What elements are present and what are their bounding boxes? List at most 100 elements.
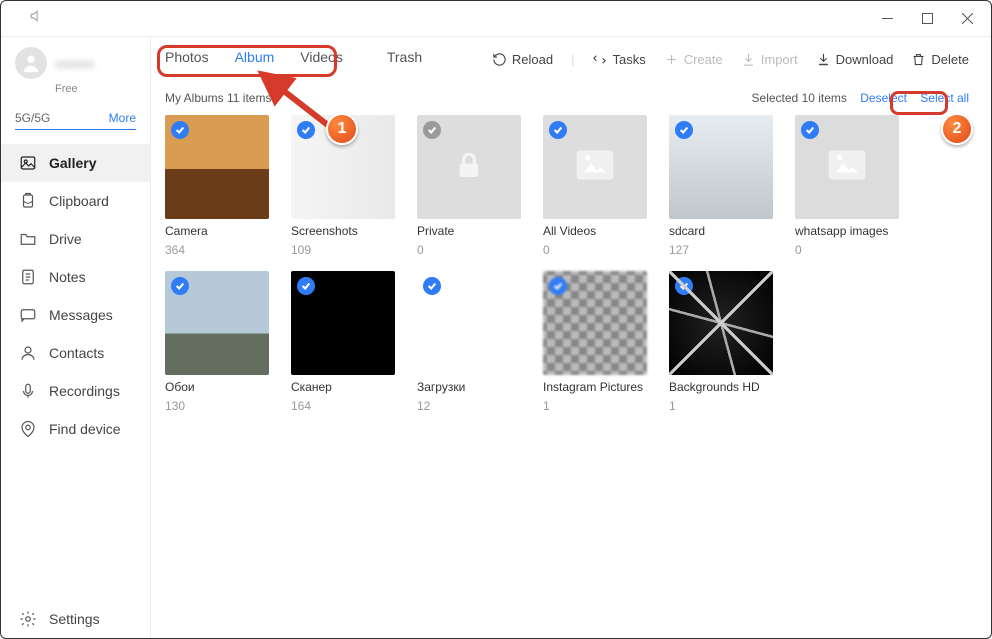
album-count: 0 — [543, 243, 647, 257]
user-plan: Free — [1, 83, 150, 95]
album-name: Загрузки — [417, 380, 521, 394]
select-all-link[interactable]: Select all — [920, 91, 969, 105]
lock-icon — [453, 149, 485, 186]
album-name: Private — [417, 224, 521, 238]
album-item[interactable]: Camera 364 — [165, 115, 269, 257]
album-item[interactable]: sdcard 127 — [669, 115, 773, 257]
check-icon — [549, 121, 567, 139]
check-icon — [171, 121, 189, 139]
toolbar: Reload | Tasks Create Import Downloa — [492, 52, 969, 67]
album-item[interactable]: Обои 130 — [165, 271, 269, 413]
maximize-button[interactable] — [907, 5, 947, 33]
check-icon — [423, 121, 441, 139]
album-thumb[interactable] — [417, 115, 521, 219]
storage-row: 5G/5G More — [1, 105, 150, 129]
image-placeholder-icon — [825, 143, 869, 192]
album-thumb[interactable] — [417, 271, 521, 375]
album-name: sdcard — [669, 224, 773, 238]
album-thumb[interactable] — [543, 271, 647, 375]
tabs-row: Photos Album Videos Trash Reload | Tasks Cr… — [165, 49, 969, 69]
tabs: Photos Album Videos Trash — [165, 49, 422, 69]
sound-icon — [29, 9, 43, 28]
avatar — [15, 47, 47, 79]
sidebar-item-messages[interactable]: Messages — [1, 296, 150, 334]
info-row: My Albums 11 items Selected 10 items Des… — [165, 91, 969, 105]
album-count: 164 — [291, 399, 395, 413]
check-icon — [171, 277, 189, 295]
album-thumb[interactable] — [669, 115, 773, 219]
tab-photos[interactable]: Photos — [165, 49, 209, 69]
album-thumb[interactable] — [543, 115, 647, 219]
album-thumb[interactable] — [165, 115, 269, 219]
album-item[interactable]: whatsapp images 0 — [795, 115, 899, 257]
album-count: 364 — [165, 243, 269, 257]
album-name: Backgrounds HD — [669, 380, 773, 394]
album-item[interactable]: All Videos0 — [543, 115, 647, 257]
user-row[interactable]: xxxxxx — [1, 47, 150, 85]
tab-videos[interactable]: Videos — [300, 49, 343, 69]
tab-album[interactable]: Album — [235, 49, 275, 69]
image-placeholder-icon — [573, 143, 617, 192]
tasks-button[interactable]: Tasks — [592, 52, 645, 67]
close-button[interactable] — [947, 5, 987, 33]
content: Photos Album Videos Trash Reload | Tasks Cr… — [151, 37, 991, 638]
import-button[interactable]: Import — [741, 52, 798, 67]
album-count: 109 — [291, 243, 395, 257]
album-thumb[interactable] — [669, 271, 773, 375]
album-thumb[interactable] — [165, 271, 269, 375]
check-icon — [297, 121, 315, 139]
sidebar-item-find-device[interactable]: Find device — [1, 410, 150, 448]
album-count: 1 — [669, 399, 773, 413]
album-item[interactable]: Screenshots 109 — [291, 115, 395, 257]
album-item[interactable]: Загрузки 12 — [417, 271, 521, 413]
album-item[interactable]: Сканер 164 — [291, 271, 395, 413]
selection-info: Selected 10 items Deselect Select all — [752, 91, 969, 105]
album-count: 130 — [165, 399, 269, 413]
sidebar-item-gallery[interactable]: Gallery — [1, 144, 150, 182]
album-name: Сканер — [291, 380, 395, 394]
album-thumb[interactable] — [795, 115, 899, 219]
album-thumb[interactable] — [291, 271, 395, 375]
album-name: Camera — [165, 224, 269, 238]
storage-used: 5G/5G — [15, 111, 50, 125]
download-button[interactable]: Download — [816, 52, 894, 67]
album-name: Screenshots — [291, 224, 395, 238]
album-item[interactable]: Private 0 — [417, 115, 521, 257]
album-thumb[interactable] — [291, 115, 395, 219]
minimize-button[interactable] — [867, 5, 907, 33]
album-item[interactable]: Instagram Pictures 1 — [543, 271, 647, 413]
delete-button[interactable]: Delete — [911, 52, 969, 67]
storage-more-link[interactable]: More — [109, 111, 136, 125]
album-grid: Camera364Screenshots109Private0All Video… — [165, 115, 969, 413]
sidebar-item-settings[interactable]: Settings — [1, 600, 150, 638]
check-icon — [675, 277, 693, 295]
album-name: whatsapp images — [795, 224, 899, 238]
check-icon — [801, 121, 819, 139]
user-name: xxxxxx — [55, 56, 94, 71]
create-button[interactable]: Create — [664, 52, 723, 67]
sidebar-item-contacts[interactable]: Contacts — [1, 334, 150, 372]
album-count: 0 — [795, 243, 899, 257]
sidebar-item-drive[interactable]: Drive — [1, 220, 150, 258]
check-icon — [549, 277, 567, 295]
reload-button[interactable]: Reload — [492, 52, 553, 67]
titlebar — [1, 1, 991, 37]
check-icon — [297, 277, 315, 295]
album-name: Обои — [165, 380, 269, 394]
album-name: Instagram Pictures — [543, 380, 647, 394]
sidebar-item-clipboard[interactable]: Clipboard — [1, 182, 150, 220]
deselect-link[interactable]: Deselect — [860, 91, 907, 105]
sidebar-item-notes[interactable]: Notes — [1, 258, 150, 296]
album-count: 12 — [417, 399, 521, 413]
nav: GalleryClipboardDriveNotesMessagesContac… — [1, 144, 150, 448]
album-item[interactable]: Backgrounds HD 1 — [669, 271, 773, 413]
album-count: 0 — [417, 243, 521, 257]
tab-trash[interactable]: Trash — [387, 49, 422, 69]
check-icon — [423, 277, 441, 295]
check-icon — [675, 121, 693, 139]
storage-bar — [15, 129, 136, 130]
album-count: 1 — [543, 399, 647, 413]
sidebar-item-recordings[interactable]: Recordings — [1, 372, 150, 410]
album-count: 127 — [669, 243, 773, 257]
sidebar: xxxxxx Free 5G/5G More GalleryClipboardD… — [1, 37, 151, 638]
